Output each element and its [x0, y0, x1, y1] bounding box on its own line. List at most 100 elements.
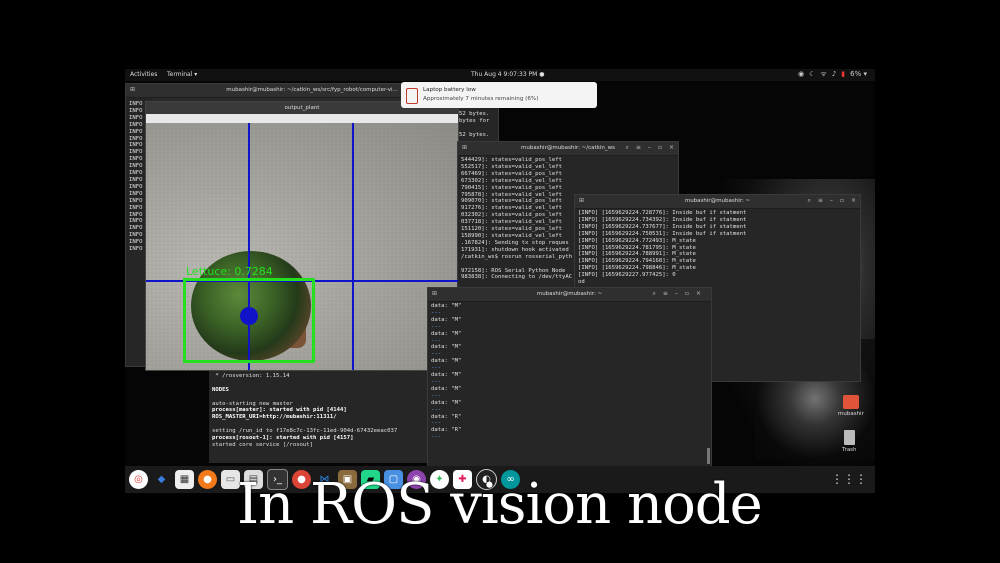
centroid-dot — [240, 307, 258, 325]
terminal-line: [INFO] [1659629224.750531]: Inside buf i… — [578, 230, 747, 237]
volume-icon: ♪ — [831, 70, 837, 78]
terminal-line: [INFO] [1659629224.788991]: M_state — [578, 251, 696, 258]
terminal-line: process[master]: started with pid [4144] — [212, 407, 347, 414]
minimize-icon[interactable]: – — [648, 144, 651, 152]
terminal-line: started core service [/rosout] — [212, 441, 314, 448]
terminal-line: --- — [431, 420, 442, 427]
desktop: Activities Terminal ▾ Thu Aug 4 9:07:33 … — [125, 69, 875, 493]
terminal-line: data: "M" — [431, 399, 462, 406]
help-icon[interactable]: ◎ — [129, 470, 148, 489]
mail-icon[interactable]: ▦ — [175, 470, 194, 489]
search-icon[interactable]: ⌕ — [807, 197, 810, 205]
top-bar: Activities Terminal ▾ Thu Aug 4 9:07:33 … — [125, 69, 875, 81]
terminal-line: data: "M" — [431, 372, 462, 379]
terminal-line: setting /run_id to f17e8c7c-13fc-11ed-90… — [212, 428, 398, 435]
maximize-icon[interactable]: ▫ — [840, 197, 844, 205]
image-toolbar — [146, 114, 458, 123]
titlebar[interactable]: ⊞ mubashir@mubashir: ~ ⌕ ≡ – ▫ × — [428, 288, 711, 302]
roscore-output[interactable]: * /rosdistro: noetic * /rosversion: 1.15… — [209, 365, 429, 463]
terminal-line: --- — [431, 337, 442, 344]
terminal-line: data: "M" — [431, 330, 462, 337]
notification-body: Approximately 7 minutes remaining (6%) — [423, 96, 539, 102]
terminal-line: 544429]: states=valid_pos_left — [461, 157, 563, 163]
firefox-icon[interactable]: ● — [198, 470, 217, 489]
folder-icon — [842, 395, 859, 409]
battery-percent: 6% ▾ — [850, 70, 867, 78]
terminal-line: [INFO] [1659629224.794168]: M_state — [578, 258, 696, 265]
image-window[interactable]: output_plant Lettuce: 0.7284 — [145, 101, 459, 371]
terminal-line: 667469]: states=valid_pos_left — [461, 170, 563, 177]
terminal-line: data: "M" — [431, 358, 462, 365]
menu-icon[interactable]: ≡ — [636, 144, 641, 152]
close-icon[interactable]: × — [851, 197, 856, 205]
clock[interactable]: Thu Aug 4 9:07:33 PM ● — [471, 71, 545, 78]
terminal-line: [INFO] [1659629224.728776]: Inside buf i… — [578, 210, 747, 216]
terminal-line: 790415]: states=valid_pos_left — [461, 184, 563, 191]
git-icon[interactable]: ◆ — [152, 470, 171, 489]
terminal-line: 52 bytes. — [459, 111, 490, 117]
wifi-icon: ᯤ — [820, 70, 827, 78]
terminal-line: data: "M" — [431, 344, 462, 351]
terminal-line: data: "M" — [431, 316, 462, 323]
terminal-line: 673302]: states=valid_vel_left — [461, 177, 563, 184]
data-output[interactable]: data: "M" --- data: "M" --- data: "M" --- data… — [428, 302, 711, 466]
terminal-line: [INFO] [1659629224.781795]: M_state — [578, 244, 696, 251]
grid-line-v2 — [352, 123, 354, 370]
system-tray[interactable]: ◉ ☾ ᯤ ♪ ▮ 6% ▾ — [798, 70, 867, 79]
terminal-window-data[interactable]: ⊞ mubashir@mubashir: ~ ⌕ ≡ – ▫ × data: "… — [427, 287, 712, 467]
desktop-icon-label: Trash — [842, 447, 857, 453]
trash-icon — [843, 430, 855, 445]
desktop-icon-home[interactable]: mubashir — [838, 395, 864, 417]
menu-icon[interactable]: ≡ — [663, 290, 668, 298]
maximize-icon[interactable]: ▫ — [658, 144, 662, 152]
app-menu[interactable]: Terminal ▾ — [167, 71, 197, 78]
close-icon[interactable]: × — [669, 144, 674, 152]
activities-button[interactable]: Activities — [130, 71, 157, 78]
camera-feed: Lettuce: 0.7284 — [146, 123, 458, 370]
night-light-icon: ☾ — [809, 70, 816, 78]
titlebar[interactable]: ⊞ mubashir@mubashir: ~ ⌕ ≡ – ▫ × — [575, 195, 860, 209]
menu-icon[interactable]: ≡ — [818, 197, 823, 205]
close-icon[interactable]: × — [696, 290, 701, 298]
terminal-line: --- — [431, 309, 442, 316]
accessibility-icon: ◉ — [798, 70, 805, 78]
terminal-line: --- — [431, 351, 442, 358]
terminal-line: [INFO] [1659629224.734392]: Inside buf i… — [578, 216, 747, 223]
terminal-line: process[rosout-1]: started with pid [415… — [212, 435, 354, 442]
desktop-icon-trash[interactable]: Trash — [842, 430, 857, 453]
terminal-line: od — [578, 279, 585, 286]
maximize-icon[interactable]: ▫ — [685, 290, 689, 298]
search-icon[interactable]: ⌕ — [625, 144, 628, 152]
video-caption: In ROS vision node — [237, 472, 763, 537]
terminal-line: bytes for — [459, 117, 490, 124]
battery-icon: ▮ — [841, 70, 846, 78]
terminal-line: --- — [431, 434, 442, 441]
minimize-icon[interactable]: – — [830, 197, 833, 205]
terminal-line: NODES — [212, 386, 229, 393]
terminal-window-roscore[interactable]: * /rosdistro: noetic * /rosversion: 1.15… — [209, 365, 429, 463]
terminal-line: --- — [431, 323, 442, 330]
detection-label: Lettuce: 0.7284 — [186, 265, 273, 278]
terminal-line: data: "R" — [431, 427, 462, 434]
terminal-line: auto-starting new master — [212, 400, 293, 407]
battery-low-icon — [406, 88, 418, 104]
battery-notification[interactable]: Laptop battery low Approximately 7 minut… — [401, 82, 597, 108]
notification-title: Laptop battery low — [423, 87, 476, 93]
desktop-icon-label: mubashir — [838, 411, 864, 417]
terminal-line: --- — [431, 365, 442, 372]
terminal-line: 52 bytes. — [459, 131, 490, 138]
terminal-line: [INFO] [1659629227.977425]: 0 — [578, 272, 676, 279]
terminal-line: --- — [431, 406, 442, 413]
scrollbar[interactable] — [707, 448, 710, 464]
terminal-line: ROS_MASTER_URI=http://mubashir:11311/ — [212, 414, 337, 421]
terminal-line: --- — [431, 378, 442, 385]
titlebar[interactable]: ⊞ mubashir@mubashir: ~/catkin_ws ⌕ ≡ – ▫… — [458, 142, 678, 156]
app-grid-icon[interactable]: ⋮⋮⋮ — [831, 472, 867, 486]
terminal-line: --- — [431, 392, 442, 399]
search-icon[interactable]: ⌕ — [652, 290, 655, 298]
minimize-icon[interactable]: – — [675, 290, 678, 298]
terminal-line: * /rosversion: 1.15.14 — [212, 372, 290, 379]
